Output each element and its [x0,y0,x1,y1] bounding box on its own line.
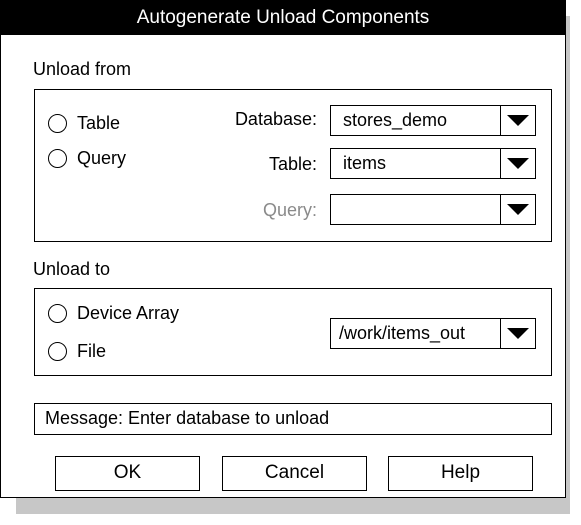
unload-target-combo[interactable]: /work/items_out [330,318,536,349]
query-label: Query: [262,200,317,220]
unload-to-group: Device Array File /work/items_out [34,288,552,376]
status-message: Message: Enter database to unload [34,403,552,435]
radio-circle[interactable] [48,149,67,168]
radio-file[interactable]: File [48,341,106,362]
unload-target-value[interactable]: /work/items_out [330,318,501,349]
query-value[interactable] [330,194,501,225]
table-value[interactable]: items [330,148,501,179]
table-label: Table: [268,154,317,174]
radio-circle[interactable] [48,304,67,323]
table-combo[interactable]: items [330,148,536,179]
radio-query[interactable]: Query [48,148,126,169]
query-combo[interactable] [330,194,536,225]
radio-table[interactable]: Table [48,113,120,134]
unload-from-group: Table Query Database: stores_demo Table:… [34,89,552,242]
help-button[interactable]: Help [388,456,533,491]
radio-query-label: Query [77,148,127,168]
radio-circle[interactable] [48,342,67,361]
database-label: Database: [234,109,317,129]
database-combo[interactable]: stores_demo [330,105,536,136]
dropdown-arrow-icon[interactable] [501,194,536,225]
radio-circle[interactable] [48,114,67,133]
unload-from-label: Unload from [33,59,132,79]
radio-file-label: File [77,341,107,361]
cancel-button[interactable]: Cancel [222,456,367,491]
dropdown-arrow-icon[interactable] [501,148,536,179]
dialog-title: Autogenerate Unload Components [1,1,565,35]
database-value[interactable]: stores_demo [330,105,501,136]
radio-table-label: Table [77,113,121,133]
radio-device-array-label: Device Array [77,303,180,323]
dropdown-arrow-icon[interactable] [501,318,536,349]
autogenerate-unload-dialog: Autogenerate Unload Components Unload fr… [0,0,566,498]
ok-button[interactable]: OK [55,456,200,491]
unload-to-label: Unload to [33,259,111,279]
radio-device-array[interactable]: Device Array [48,303,179,324]
dropdown-arrow-icon[interactable] [501,105,536,136]
